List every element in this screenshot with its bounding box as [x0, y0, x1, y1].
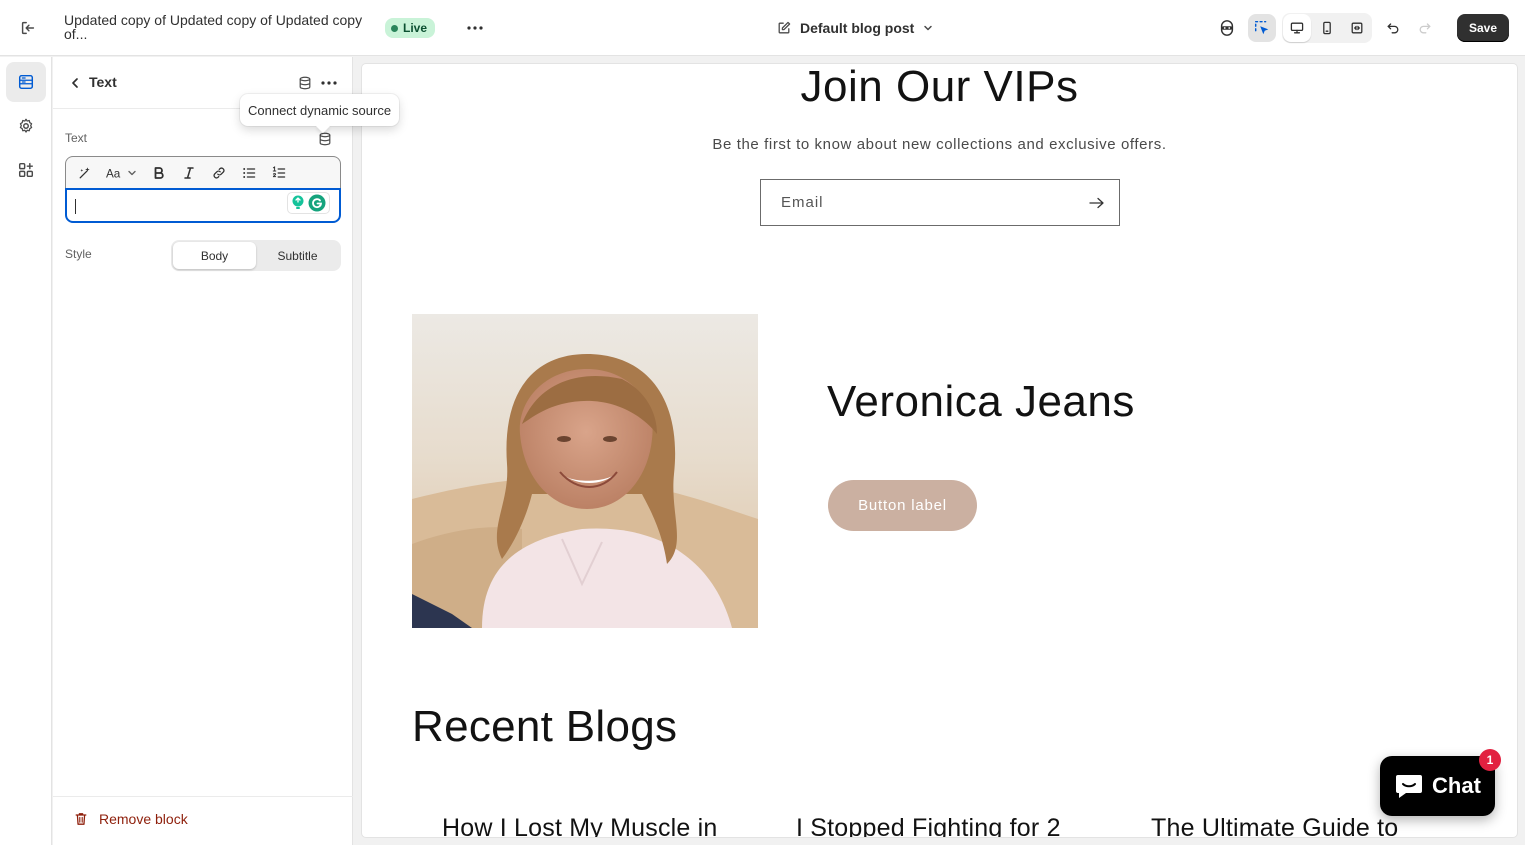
grammarly-icon [308, 194, 326, 212]
text-caret [75, 199, 76, 214]
blog-card-title[interactable]: How I Lost My Muscle in [442, 814, 718, 837]
ai-generate-button[interactable] [70, 159, 100, 187]
exit-icon [21, 21, 35, 35]
status-dot-icon [391, 24, 398, 32]
remove-block-label: Remove block [99, 811, 188, 827]
email-placeholder: Email [781, 194, 824, 211]
author-cta-button[interactable]: Button label [828, 480, 977, 531]
more-horizontal-icon [467, 26, 483, 30]
arrow-right-icon [1089, 197, 1104, 209]
bullet-list-icon [243, 167, 256, 178]
text-editor-input[interactable] [65, 188, 341, 223]
template-label: Default blog post [800, 20, 915, 36]
dynamic-source-tooltip: Connect dynamic source [240, 94, 400, 126]
recent-blogs-heading[interactable]: Recent Blogs [412, 702, 677, 752]
remove-block-button[interactable]: Remove block [73, 811, 188, 827]
magic-wand-icon [79, 166, 90, 178]
numbered-list-button[interactable] [264, 159, 294, 187]
chat-notification-badge: 1 [1479, 749, 1501, 771]
left-rail [0, 57, 52, 845]
exit-button[interactable] [14, 14, 42, 42]
author-portrait-image[interactable] [412, 314, 758, 628]
portrait-photo [412, 314, 758, 628]
select-cursor-icon [1254, 20, 1269, 35]
rich-text-toolbar: Aa [65, 156, 341, 188]
newsletter-email-input[interactable]: Email [760, 179, 1120, 226]
chat-widget-button[interactable]: Chat [1380, 756, 1495, 816]
desktop-icon [1290, 22, 1304, 34]
newsletter-heading[interactable]: Join Our VIPs [362, 64, 1517, 112]
redo-icon [1419, 23, 1431, 34]
more-horizontal-icon [321, 81, 337, 85]
numbered-list-icon [272, 165, 286, 178]
top-bar: Updated copy of Updated copy of Updated … [0, 0, 1525, 56]
page-title-line2: of... [64, 26, 88, 42]
ai-assistant-button[interactable] [1213, 14, 1241, 42]
database-icon [299, 76, 311, 90]
style-option-subtitle[interactable]: Subtitle [256, 242, 339, 269]
bold-icon [154, 166, 164, 179]
live-status-badge: Live [385, 18, 436, 38]
template-selector[interactable]: Default blog post [770, 14, 940, 42]
chevron-down-icon [924, 25, 933, 31]
store-preview: Join Our VIPs Be the first to know about… [362, 64, 1517, 837]
style-option-body[interactable]: Body [173, 242, 256, 269]
subscribe-arrow-button[interactable] [1089, 195, 1105, 211]
fullscreen-icon [1351, 22, 1363, 34]
undo-icon [1387, 23, 1399, 34]
inspector-toggle-button[interactable] [1248, 14, 1276, 42]
text-format-dropdown[interactable]: Aa [100, 159, 144, 187]
blog-card-title[interactable]: The Ultimate Guide to [1151, 814, 1398, 837]
trash-icon [75, 813, 87, 825]
sidekick-icon [1220, 20, 1234, 36]
chat-bubble-icon [1396, 775, 1423, 798]
theme-settings-nav-button[interactable] [6, 106, 46, 146]
undo-button[interactable] [1379, 14, 1407, 42]
mobile-view-button[interactable] [1313, 14, 1341, 42]
panel-title: Text [89, 74, 117, 90]
style-segmented-control: Body Subtitle [171, 240, 341, 271]
fullwidth-view-button[interactable] [1343, 14, 1371, 42]
block-settings-panel: Text Connect dynamic source Text Aa Styl… [53, 57, 400, 845]
italic-button[interactable] [174, 159, 204, 187]
chevron-left-icon [72, 78, 78, 88]
bullet-list-button[interactable] [234, 159, 264, 187]
viewport-switcher [1282, 13, 1372, 43]
database-icon [319, 132, 331, 146]
save-button[interactable]: Save [1457, 14, 1509, 42]
blog-card-title[interactable]: I Stopped Fighting for 2 [796, 814, 1061, 837]
sections-icon [18, 74, 34, 90]
back-button[interactable] [61, 69, 89, 97]
status-label: Live [403, 21, 428, 35]
bold-button[interactable] [144, 159, 174, 187]
apps-icon [18, 162, 34, 178]
text-field-label: Text [65, 131, 88, 145]
style-field-label: Style [65, 247, 92, 261]
page-title-line1: Updated copy of Updated copy of Updated … [64, 12, 363, 28]
lightbulb-icon [292, 195, 304, 209]
chevron-down-icon [128, 170, 136, 175]
edit-page-icon [778, 21, 791, 34]
italic-icon [184, 166, 194, 179]
link-icon [213, 167, 225, 178]
grammarly-widget[interactable] [288, 193, 329, 213]
apps-nav-button[interactable] [6, 150, 46, 190]
gear-icon [19, 118, 33, 133]
panel-more-button[interactable] [315, 69, 343, 97]
chat-label: Chat [1432, 773, 1481, 798]
sections-nav-button[interactable] [6, 62, 46, 102]
author-name-heading[interactable]: Veronica Jeans [827, 377, 1135, 427]
svg-text:Aa: Aa [106, 167, 121, 180]
mobile-icon [1323, 21, 1331, 35]
more-actions-button[interactable] [461, 14, 489, 42]
panel-footer: Remove block [53, 796, 353, 845]
page-title: Updated copy of Updated copy of Updated … [64, 13, 374, 41]
desktop-view-button[interactable] [1283, 14, 1311, 42]
redo-button[interactable] [1411, 14, 1439, 42]
link-button[interactable] [204, 159, 234, 187]
newsletter-subheading[interactable]: Be the first to know about new collectio… [362, 136, 1517, 153]
font-style-icon: Aa [106, 167, 121, 180]
